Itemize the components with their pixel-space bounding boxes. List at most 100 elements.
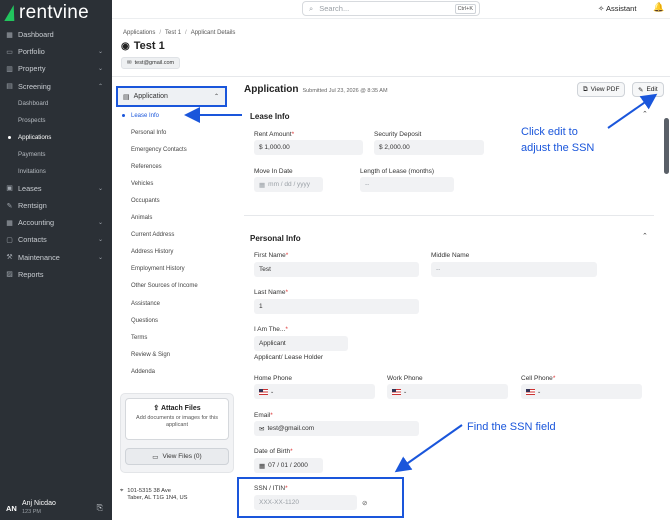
subnav-item-questions[interactable]: Questions bbox=[114, 312, 230, 329]
breadcrumb-separator: / bbox=[185, 30, 187, 36]
email-chip[interactable]: ✉ test@gmail.com bbox=[121, 57, 181, 69]
ssn-highlight-box bbox=[237, 477, 404, 518]
scrollbar[interactable] bbox=[664, 118, 669, 174]
external-link-icon: ⧉ bbox=[583, 85, 588, 93]
first-name-field[interactable]: Test bbox=[254, 262, 419, 277]
dob-field[interactable]: ▦ 07 / 01 / 2000 bbox=[254, 458, 323, 473]
subnav-item-addenda[interactable]: Addenda bbox=[114, 363, 230, 380]
email-label: Email* bbox=[254, 412, 273, 419]
chevron-down-icon: ⌄ bbox=[270, 388, 275, 395]
logout-icon[interactable]: ⎘ bbox=[97, 503, 103, 513]
subnav-item-emergency-contacts[interactable]: Emergency Contacts bbox=[114, 141, 230, 158]
subnav-item-employment-history[interactable]: Employment History bbox=[114, 261, 230, 278]
ssn-annotation: Find the SSN field bbox=[467, 421, 556, 433]
subnav-item-address-history[interactable]: Address History bbox=[114, 244, 230, 261]
home-phone-field[interactable]: ⌄ bbox=[254, 384, 375, 399]
sign-icon: ✎ bbox=[6, 202, 13, 210]
search-icon: ⌕ bbox=[309, 3, 314, 13]
chevron-down-icon: ⌄ bbox=[97, 254, 103, 261]
subnav-item-terms[interactable]: Terms bbox=[114, 329, 230, 346]
attach-dropzone[interactable]: ⇪ Attach Files Add documents or images f… bbox=[125, 398, 229, 440]
subnav-item-other-sources-of-income[interactable]: Other Sources of Income bbox=[114, 278, 230, 295]
view-files-button[interactable]: ▭ View Files (0) bbox=[125, 448, 229, 465]
view-pdf-button[interactable]: ⧉ View PDF bbox=[577, 82, 626, 97]
subnav-item-assistance[interactable]: Assistance bbox=[114, 295, 230, 312]
property-address: ⌖ 101-5315 38 Ave Taber, AL T1G 1N4, US bbox=[120, 488, 188, 502]
subnav-item-lease-info[interactable]: Lease Info bbox=[114, 107, 230, 124]
brand-name: rentvine bbox=[19, 2, 89, 23]
first-name-label: First Name* bbox=[254, 252, 288, 259]
sidebar-sub-dashboard[interactable]: Dashboard bbox=[0, 95, 112, 112]
upload-icon: ⇪ bbox=[153, 405, 160, 412]
pencil-icon: ✎ bbox=[638, 86, 644, 94]
sidebar-sub-payments[interactable]: Payments bbox=[0, 146, 112, 163]
required-mark: * bbox=[285, 326, 288, 333]
move-in-date-field[interactable]: ▦ mm / dd / yyyy bbox=[254, 177, 323, 192]
sidebar-item-dashboard[interactable]: ▦ Dashboard bbox=[0, 26, 112, 43]
sidebar-item-leases[interactable]: ▣ Leases ⌄ bbox=[0, 180, 112, 197]
subnav-item-references[interactable]: References bbox=[114, 158, 230, 175]
sidebar-item-portfolio[interactable]: ▭ Portfolio ⌄ bbox=[0, 43, 112, 60]
subnav-application-header[interactable]: ▤ Application ⌃ bbox=[116, 86, 227, 107]
move-in-placeholder: mm / dd / yyyy bbox=[268, 181, 311, 188]
sidebar-item-rentsign[interactable]: ✎ Rentsign bbox=[0, 197, 112, 214]
subnav-item-personal-info[interactable]: Personal Info bbox=[114, 124, 230, 141]
logo-mark-icon bbox=[4, 5, 18, 21]
edit-label: Edit bbox=[646, 86, 658, 93]
cell-phone-field[interactable]: ⌄ bbox=[521, 384, 642, 399]
search-input[interactable]: ⌕ Search... Ctrl+K bbox=[302, 1, 480, 16]
rentvine-logo[interactable]: rentvine bbox=[4, 2, 89, 24]
edit-button[interactable]: ✎ Edit bbox=[632, 82, 664, 97]
sidebar-sub-prospects[interactable]: Prospects bbox=[0, 112, 112, 129]
middle-name-field[interactable]: -- bbox=[431, 262, 597, 277]
sidebar-item-reports[interactable]: ▨ Reports bbox=[0, 266, 112, 283]
work-phone-field[interactable]: ⌄ bbox=[387, 384, 508, 399]
edit-annotation: Click edit to adjust the SSN bbox=[521, 126, 595, 154]
subnav-item-current-address[interactable]: Current Address bbox=[114, 227, 230, 244]
work-phone-label: Work Phone bbox=[387, 375, 423, 382]
calendar-icon: ▦ bbox=[259, 462, 266, 470]
deposit-field[interactable]: $ 2,000.00 bbox=[374, 140, 484, 155]
sidebar-sub-applications[interactable]: Applications bbox=[0, 129, 112, 146]
chevron-up-icon[interactable]: ⌃ bbox=[642, 232, 648, 240]
i-am-label-text: I Am The... bbox=[254, 326, 286, 333]
chevron-up-icon: ⌃ bbox=[213, 94, 219, 100]
chevron-up-icon[interactable]: ⌃ bbox=[642, 110, 648, 118]
required-mark: * bbox=[285, 252, 289, 259]
last-name-label: Last Name* bbox=[254, 289, 288, 296]
location-pin-icon: ⌖ bbox=[120, 488, 124, 494]
personal-info-title: Personal Info bbox=[250, 234, 301, 243]
sidebar-item-accounting[interactable]: ▦ Accounting ⌄ bbox=[0, 214, 112, 231]
dob-value: 07 / 01 / 2000 bbox=[268, 462, 308, 469]
assistant-label: Assistant bbox=[605, 4, 637, 13]
sidebar-item-label: Contacts bbox=[18, 235, 47, 245]
chevron-down-icon: ⌄ bbox=[97, 237, 103, 244]
i-am-field[interactable]: Applicant bbox=[254, 336, 348, 351]
view-pdf-label: View PDF bbox=[590, 86, 620, 93]
subnav-item-vehicles[interactable]: Vehicles bbox=[114, 175, 230, 192]
email-field[interactable]: ✉ test@gmail.com bbox=[254, 421, 419, 436]
bell-icon[interactable]: 🔔 bbox=[653, 2, 664, 13]
subnav-item-animals[interactable]: Animals bbox=[114, 210, 230, 227]
sidebar-item-maintenance[interactable]: ⚒ Maintenance ⌄ bbox=[0, 249, 112, 266]
subnav-item-review-sign[interactable]: Review & Sign bbox=[114, 346, 230, 363]
sidebar-item-label: Rentsign bbox=[18, 201, 47, 211]
lease-length-field[interactable]: -- bbox=[360, 177, 454, 192]
rent-label-text: Rent Amount bbox=[254, 131, 292, 138]
subnav-item-occupants[interactable]: Occupants bbox=[114, 192, 230, 209]
assistant-button[interactable]: ✧ Assistant bbox=[598, 4, 636, 13]
chevron-down-icon: ⌄ bbox=[97, 49, 103, 56]
breadcrumb-test1[interactable]: Test 1 bbox=[165, 30, 181, 36]
sidebar-sub-invitations[interactable]: Invitations bbox=[0, 163, 112, 180]
sidebar-item-contacts[interactable]: ▢ Contacts ⌄ bbox=[0, 231, 112, 248]
rent-field[interactable]: $ 1,000.00 bbox=[254, 140, 363, 155]
breadcrumb-applications[interactable]: Applications bbox=[123, 30, 155, 36]
sidebar-item-screening[interactable]: ▤ Screening ⌃ bbox=[0, 78, 112, 95]
address-line2: Taber, AL T1G 1N4, US bbox=[127, 495, 188, 501]
last-name-field[interactable]: 1 bbox=[254, 299, 419, 314]
us-flag-icon bbox=[526, 388, 535, 395]
submitted-date: Submitted Jul 23, 2026 @ 8:35 AM bbox=[302, 88, 388, 94]
email-value: test@gmail.com bbox=[267, 425, 315, 432]
user-profile[interactable]: AN Anj Nicdao 123 PM ⎘ bbox=[0, 496, 112, 520]
sidebar-item-property[interactable]: ▥ Property ⌄ bbox=[0, 60, 112, 77]
